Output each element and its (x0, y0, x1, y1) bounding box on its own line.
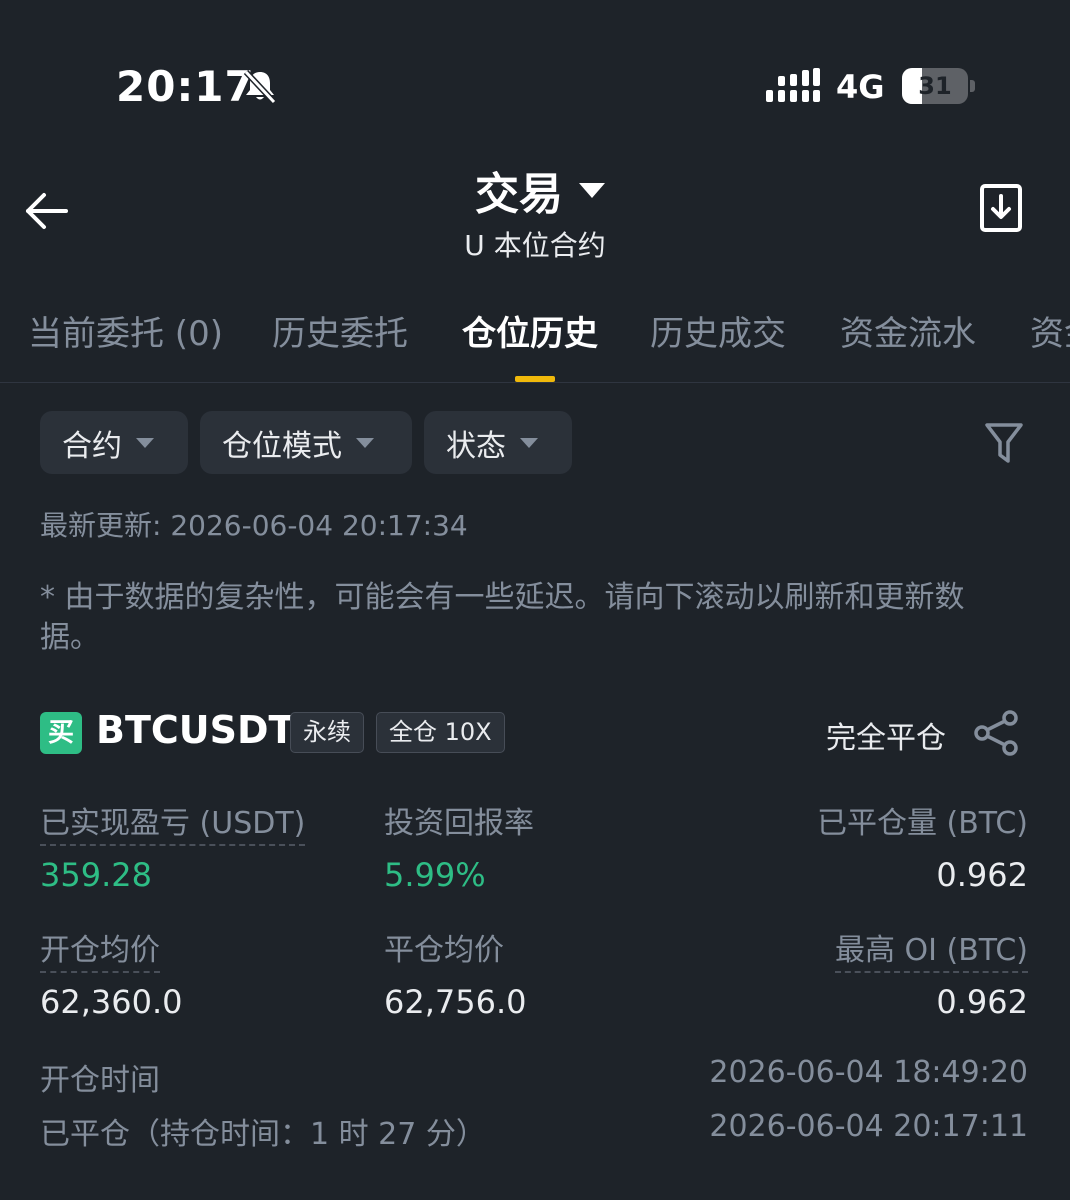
close-all-status: 完全平仓 (826, 721, 946, 756)
perpetual-tag: 永续 (290, 712, 364, 753)
status-time: 20:17 (116, 62, 255, 111)
tab-position-history[interactable]: 仓位历史 (462, 306, 598, 355)
open-time-label: 开仓时间 (40, 1063, 160, 1098)
tab-divider (0, 382, 1070, 383)
page-title[interactable]: 交易 (0, 158, 1070, 222)
margin-tag: 全仓 10X (376, 712, 505, 753)
closed-duration-label: 已平仓（持仓时间：1 时 27 分） (40, 1117, 486, 1152)
battery-level: 31 (918, 72, 952, 100)
contract-filter-label: 合约 (62, 428, 122, 464)
caret-down-icon (520, 437, 538, 448)
status-filter-label: 状态 (446, 428, 506, 464)
caret-down-icon (579, 182, 605, 198)
max-oi-value: 0.962 (936, 983, 1028, 1021)
entry-price-label[interactable]: 开仓均价 (40, 925, 160, 973)
tab-transaction-history[interactable]: 资金流水 (840, 306, 976, 355)
filter-icon[interactable] (984, 421, 1024, 465)
buy-badge: 买 (40, 712, 82, 754)
battery-cap (970, 80, 975, 92)
page-subtitle: U 本位合约 (464, 229, 606, 262)
closed-qty-value: 0.962 (936, 856, 1028, 894)
closed-qty-label: 已平仓量 (BTC) (816, 806, 1028, 841)
close-price-value: 62,756.0 (384, 983, 527, 1021)
bell-muted-icon (243, 69, 277, 105)
position-mode-filter[interactable]: 仓位模式 (200, 411, 412, 474)
caret-down-icon (136, 437, 154, 448)
roi-label: 投资回报率 (384, 806, 534, 841)
tab-funds[interactable]: 资金 (1030, 306, 1070, 355)
last-updated: 最新更新: 2026-06-04 20:17:34 (40, 509, 468, 542)
close-price-label: 平仓均价 (384, 933, 504, 968)
status-filter[interactable]: 状态 (424, 411, 572, 474)
caret-down-icon (356, 437, 374, 448)
position-mode-filter-label: 仓位模式 (222, 428, 342, 464)
signal-icon (766, 68, 820, 102)
tab-trade-history[interactable]: 历史成交 (650, 306, 786, 355)
symbol[interactable]: BTCUSDT (96, 708, 294, 752)
page-title-text: 交易 (475, 169, 563, 220)
delay-notice: * 由于数据的复杂性，可能会有一些延迟。请向下滚动以刷新和更新数据。 (40, 580, 965, 655)
download-icon[interactable] (980, 184, 1022, 232)
contract-filter[interactable]: 合约 (40, 411, 188, 474)
battery-icon: 31 (902, 68, 968, 104)
share-icon[interactable] (972, 710, 1020, 756)
tab-order-history[interactable]: 历史委托 (272, 306, 408, 355)
open-time-value: 2026-06-04 18:49:20 (709, 1055, 1028, 1090)
max-oi-label[interactable]: 最高 OI (BTC) (834, 925, 1028, 973)
network-type: 4G (836, 68, 885, 106)
realized-pnl-label[interactable]: 已实现盈亏 (USDT) (40, 798, 306, 846)
roi-value: 5.99% (384, 856, 486, 894)
tab-current-orders[interactable]: 当前委托 (0) (28, 306, 223, 355)
realized-pnl-value: 359.28 (40, 856, 152, 894)
entry-price-value: 62,360.0 (40, 983, 183, 1021)
closed-time-value: 2026-06-04 20:17:11 (709, 1109, 1028, 1144)
